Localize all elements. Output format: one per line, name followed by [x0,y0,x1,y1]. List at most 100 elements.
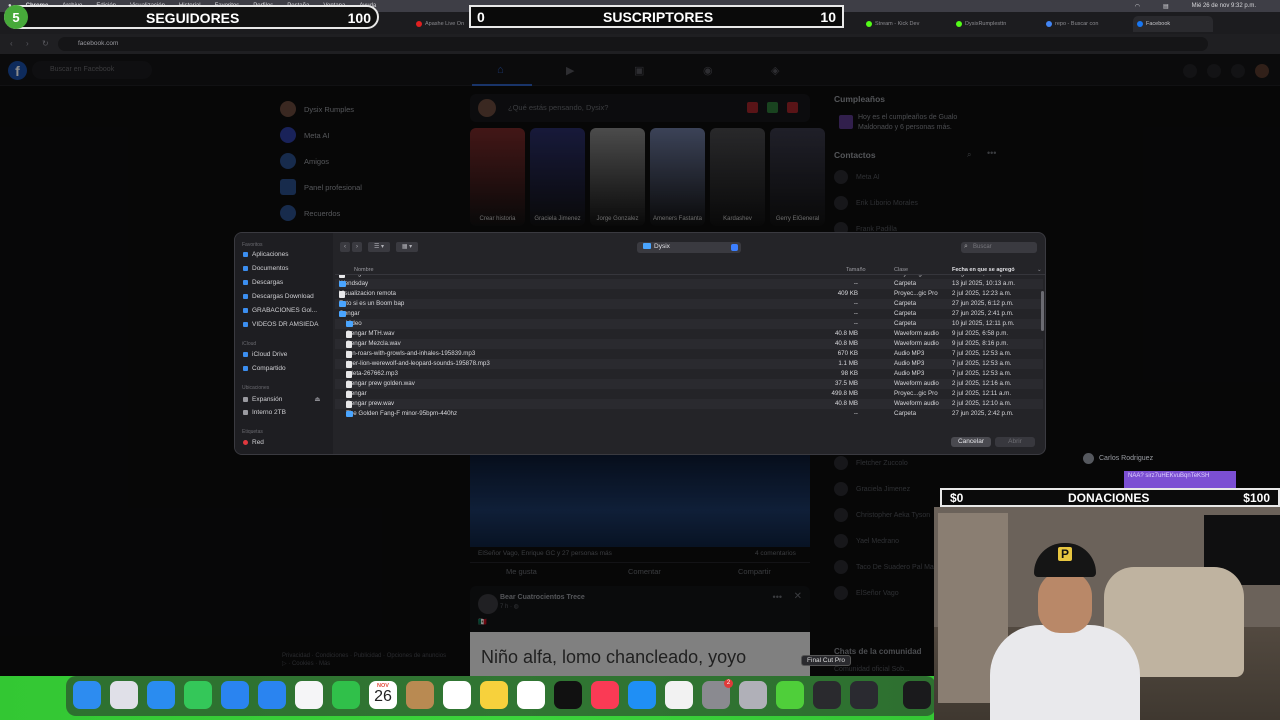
sidebar-item-expansion[interactable]: Expansión ⏏ [243,395,321,403]
more-options-icon[interactable]: ••• [773,592,782,602]
appletv-icon[interactable] [554,681,582,709]
group-by-button[interactable]: ▦ ▾ [396,242,418,252]
file-row[interactable]: Visualizacion remota 409 KB Proyec...gic P… [335,289,1043,299]
photo-icon[interactable] [767,102,778,113]
facebook-search-input[interactable]: Buscar en Facebook [32,61,152,79]
file-row[interactable]: ›The Golden Fang-F minor-95bpm-440hz -- Ca… [335,409,1043,419]
file-row[interactable]: Gengar 499.8 MB Proyec...gic Pro 2 jul 2025… [335,389,1043,399]
sidebar-item-grabaciones[interactable]: GRABACIONES Gol... [243,307,317,314]
story-card[interactable]: Jorge Gonzalez [590,128,645,226]
forward-button[interactable]: › [352,242,362,252]
birthday-notice[interactable]: Hoy es el cumpleaños de Gualo Maldonado … [834,113,984,133]
story-card[interactable]: Gerry ElGeneral [770,128,825,226]
launchpad-icon[interactable] [110,681,138,709]
cancel-button[interactable]: Cancelar [951,437,991,447]
finder-icon[interactable] [73,681,101,709]
location-dropdown[interactable]: Dysix [637,242,741,253]
video-icon[interactable]: ▶ [566,64,574,77]
avatar[interactable] [478,594,498,614]
url-field[interactable]: facebook.com [58,37,1208,51]
facebook-logo-icon[interactable]: f [8,61,27,80]
control-center-icon[interactable]: ▤ [1163,3,1169,10]
messenger-icon[interactable] [1207,64,1221,78]
file-row[interactable]: tiger-lion-werewolf-and-leopard-sounds-1… [335,359,1043,369]
scrollbar[interactable] [1041,291,1044,331]
back-icon[interactable]: ‹ [10,39,13,48]
browser-tab[interactable]: repo - Buscar con [1042,16,1118,32]
story-card[interactable]: Kardashev [710,128,765,226]
sidebar-item-aplicaciones[interactable]: Aplicaciones [243,251,289,258]
logic-icon[interactable] [739,681,767,709]
davinci-icon[interactable] [850,681,878,709]
safari-icon[interactable] [147,681,175,709]
post-author[interactable]: Bear Cuatrocientos Trece [500,594,585,601]
post-time[interactable]: 7 h · ◍ [500,603,519,610]
dialog-search-input[interactable]: Buscar [961,242,1037,253]
sidebar-item-memories[interactable]: Recuerdos [280,200,460,226]
contact-item[interactable]: Erik Liborio Morales [834,194,984,212]
sidebar-item-friends[interactable]: Amigos [280,148,460,174]
reel-icon[interactable] [787,102,798,113]
file-row[interactable]: ›Esto si es un Boom bap -- Carpeta 27 jun 2… [335,299,1043,309]
share-button[interactable]: Compartir [738,567,771,576]
search-icon[interactable]: ⌕ [967,150,971,160]
sidebar-item-interno[interactable]: Interno 2TB [243,409,286,416]
notes-icon[interactable] [480,681,508,709]
view-mode-button[interactable]: ☰ ▾ [368,242,390,252]
footer-links[interactable]: Privacidad · Condiciones · Publicidad · … [282,652,452,668]
file-row[interactable]: roleta-267662.mp3 98 KB Audio MP3 7 jul 202… [335,369,1043,379]
appstore-icon[interactable] [628,681,656,709]
sidebar-item-documentos[interactable]: Documentos [243,265,289,272]
terminal-icon[interactable] [903,681,931,709]
notifications-icon[interactable] [1231,64,1245,78]
comment-button[interactable]: Comentar [628,567,661,576]
contacts-icon[interactable] [406,681,434,709]
more-options-icon[interactable]: ••• [987,148,996,158]
sidebar-item-professional[interactable]: Panel profesional [280,174,460,200]
column-size[interactable]: Tamaño [846,267,866,273]
sidebar-item-icloud-drive[interactable]: iCloud Drive [243,351,287,358]
column-name[interactable]: Nombre [354,267,374,273]
groups-icon[interactable]: ◉ [703,64,713,77]
photos-icon[interactable] [295,681,323,709]
sidebar-item-tag-red[interactable]: Red [243,439,264,446]
post-image[interactable] [470,455,810,547]
back-button[interactable]: ‹ [340,242,350,252]
post-composer[interactable]: ¿Qué estás pensando, Dysix? [470,94,810,122]
marketplace-icon[interactable]: ▣ [634,64,644,77]
contact-item[interactable]: Fletcher Zuccolo [834,454,984,472]
sidebar-item-descargas-download[interactable]: Descargas Download [243,293,314,300]
obs-icon[interactable] [776,681,804,709]
home-icon[interactable]: ⌂ [497,64,504,76]
browser-tab[interactable]: Facebook [1133,16,1213,32]
gaming-icon[interactable]: ◈ [771,64,779,77]
profile-avatar[interactable] [1255,64,1269,78]
open-button[interactable]: Abrir [995,437,1035,447]
sidebar-item-descargas[interactable]: Descargas [243,279,283,286]
story-card[interactable]: Graciela Jimenez [530,128,585,226]
sidebar-item-videos[interactable]: VIDEOS DR AMSIEDA [243,321,318,328]
wifi-icon[interactable]: ◠ [1135,3,1140,10]
file-row[interactable]: Gengar prew.wav 40.8 MB Waveform audio 2 ju… [335,399,1043,409]
clock[interactable]: Mié 26 de nov 9:32 p.m. [1192,3,1256,9]
reminders-icon[interactable] [443,681,471,709]
contact-item[interactable]: Meta AI [834,168,984,186]
post-comments-count[interactable]: 4 comentarios [755,550,796,557]
music-icon[interactable] [591,681,619,709]
mail-icon[interactable] [221,681,249,709]
forward-icon[interactable]: › [26,39,29,48]
file-row[interactable]: ⌄Gengar -- Carpeta 27 jun 2025, 2:41 p.m. [335,309,1043,319]
live-video-icon[interactable] [747,102,758,113]
story-card[interactable]: Crear historia [470,128,525,226]
menu-grid-icon[interactable] [1183,64,1197,78]
messages-icon[interactable] [184,681,212,709]
reload-icon[interactable]: ↻ [42,39,49,48]
close-icon[interactable]: ✕ [794,591,802,602]
file-row[interactable]: Gengar Mezcla.wav 40.8 MB Waveform audio 9 … [335,339,1043,349]
sidebar-item-compartido[interactable]: Compartido [243,365,286,372]
browser-tab[interactable]: Stream - Kick Dev [862,16,938,32]
file-row[interactable]: ›Video -- Carpeta 10 jul 2025, 12:11 p.m. [335,319,1043,329]
file-row[interactable]: Gengar prew golden.wav 37.5 MB Waveform au… [335,379,1043,389]
file-row[interactable]: lion-roars-with-growls-and-inhales-19583… [335,349,1043,359]
post-reactions[interactable]: ElSeñor Vago, Enrique GC y 27 personas m… [478,550,612,557]
